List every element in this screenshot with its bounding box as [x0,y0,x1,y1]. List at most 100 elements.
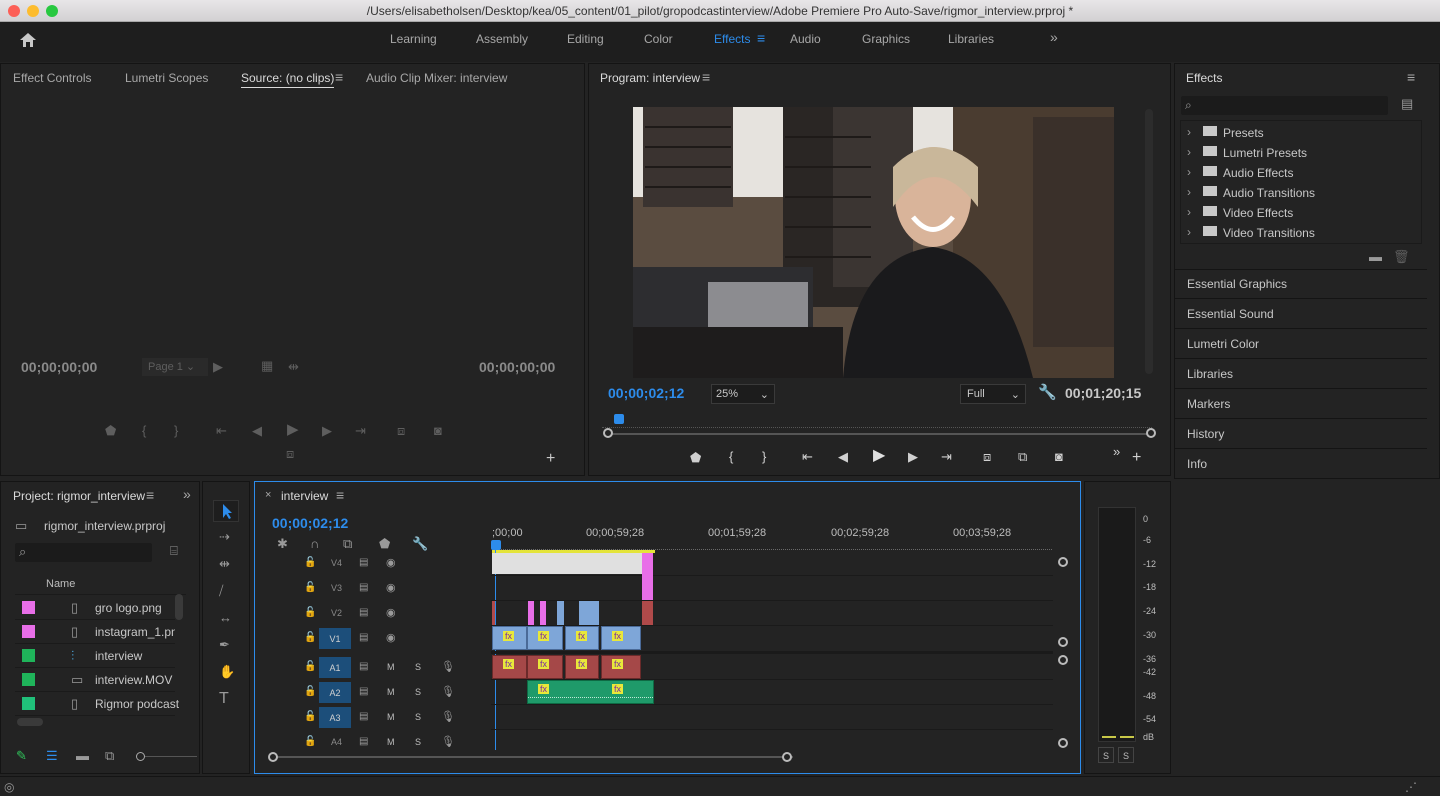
source-add-button[interactable]: + [546,451,555,467]
sync-lock-icon[interactable]: ▤ [359,710,368,724]
fit-icon[interactable]: ⇹ [288,360,299,374]
clip-v1[interactable]: fx [565,626,599,650]
chevron-right-icon[interactable]: › [1187,125,1191,139]
overwrite-icon[interactable]: ⧈ [286,447,294,461]
program-add-button[interactable]: + [1132,450,1141,466]
icon-view-icon[interactable]: ▬ [76,749,89,763]
effects-search-input[interactable]: ⌕ [1181,96,1388,115]
microphone-icon[interactable]: 🎙 [441,685,455,699]
add-marker-icon[interactable]: ⬟ [379,537,390,551]
effects-menu-icon[interactable]: ≡ [1407,69,1415,85]
label-color-swatch[interactable] [22,649,35,662]
tab-project[interactable]: Project: rigmor_interview [13,489,145,503]
program-playhead[interactable] [614,414,624,424]
microphone-icon[interactable]: 🎙 [441,735,455,749]
clip-v2-blue[interactable] [557,601,564,625]
list-item[interactable]: ▯ gro logo.png [15,596,175,620]
workspace-effects[interactable]: Effects [714,32,750,46]
timeline-menu-icon[interactable]: ≡ [336,487,344,503]
timeline-timecode[interactable]: 00;00;02;12 [272,515,348,531]
step-forward-icon[interactable]: ▶ [908,450,918,464]
track-select-tool-icon[interactable]: ⇢ [219,530,230,544]
export-frame-icon[interactable]: ◙ [1055,450,1063,464]
timeline-settings-icon[interactable]: 🔧 [412,537,428,551]
lock-icon[interactable]: 🔓 [304,606,316,620]
find-icon[interactable]: ⌸ [170,544,178,558]
wrench-icon[interactable]: 🔧 [1038,385,1057,400]
panel-markers[interactable]: Markers [1187,397,1230,411]
label-color-swatch[interactable] [22,697,35,710]
list-item[interactable]: ▭ interview.MOV [15,668,175,692]
project-menu-icon[interactable]: ≡ [146,487,154,503]
solo-right-button[interactable]: S [1118,747,1134,763]
clip-v2-pink[interactable] [540,601,546,625]
workspace-audio[interactable]: Audio [790,32,821,46]
video-scroll-handle-top[interactable] [1058,557,1068,567]
source-settings-icon[interactable]: ▦ [261,359,273,373]
lock-icon[interactable]: 🔓 [304,556,316,570]
sync-lock-icon[interactable]: ▤ [359,660,368,674]
more-controls-icon[interactable]: » [1113,445,1120,459]
panel-libraries[interactable]: Libraries [1187,367,1233,381]
clip-v2-blue[interactable] [579,601,599,625]
nest-icon[interactable]: ✱ [277,537,288,551]
microphone-icon[interactable]: 🎙 [441,660,455,674]
tab-effect-controls[interactable]: Effect Controls [13,71,91,85]
go-to-out-icon[interactable]: ⇥ [941,450,952,464]
program-menu-icon[interactable]: ≡ [702,69,710,85]
chevron-right-icon[interactable]: › [1187,225,1191,239]
tab-program[interactable]: Program: interview [600,71,700,85]
clip-a1[interactable]: fx [492,655,527,679]
selection-tool[interactable] [213,500,239,522]
timeline-ruler[interactable] [492,542,1052,550]
list-item[interactable]: ▯ instagram_1.png [15,620,175,644]
effects-item-presets[interactable]: › Presets [1185,123,1423,143]
eye-icon[interactable]: ◉ [386,631,396,645]
workspace-color[interactable]: Color [644,32,673,46]
workspace-editing[interactable]: Editing [567,32,604,46]
track-target-a3[interactable]: A3 [319,707,351,728]
tab-audio-clip-mixer[interactable]: Audio Clip Mixer: interview [366,71,507,85]
timeline-zoom-bar[interactable] [273,756,793,758]
microphone-icon[interactable]: 🎙 [441,710,455,724]
lock-icon[interactable]: 🔓 [304,660,316,674]
project-column-header[interactable]: Name [15,575,186,595]
project-search-input[interactable]: ⌕ [15,543,152,562]
tab-sequence[interactable]: interview [281,489,328,503]
program-time-ruler[interactable] [602,418,1152,428]
audio-scroll-handle-bottom[interactable] [1058,738,1068,748]
home-icon[interactable] [19,31,37,49]
track-target-v1[interactable]: V1 [319,628,351,649]
clip-v1[interactable]: fx [527,626,563,650]
clip-a1[interactable]: fx [565,655,599,679]
tab-source[interactable]: Source: (no clips) [241,71,335,88]
sync-lock-icon[interactable]: ▤ [359,735,368,749]
step-back-icon[interactable]: ◀ [252,424,262,438]
clip-v2[interactable] [492,601,495,625]
status-icon[interactable]: ◎ [4,780,14,794]
track-target-a1[interactable]: A1 [319,657,351,678]
mark-in-icon[interactable]: { [142,424,146,438]
program-scrollbar[interactable] [1145,109,1153,374]
sync-lock-icon[interactable]: ▤ [359,556,368,570]
chevron-right-icon[interactable]: › [1187,185,1191,199]
workspace-menu-icon[interactable]: ≡ [757,30,765,46]
insert-icon[interactable]: ⧈ [397,424,405,438]
razor-tool-icon[interactable]: ⧸ [219,584,223,598]
page-dropdown[interactable]: Page 1 ⌄ [142,358,208,376]
zoom-handle-right[interactable] [1146,428,1156,438]
new-bin-icon[interactable]: ▬ [1369,250,1382,264]
lock-icon[interactable]: 🔓 [304,735,316,749]
panel-essential-graphics[interactable]: Essential Graphics [1187,277,1287,291]
mute-button[interactable]: M [387,712,395,722]
mute-button[interactable]: M [387,662,395,672]
slip-tool-icon[interactable]: ↔ [219,611,232,625]
list-item[interactable]: ⫶ interview [15,644,175,668]
pen-tool-icon[interactable]: ✒ [219,638,230,652]
sync-lock-icon[interactable]: ▤ [359,685,368,699]
effects-item-audio-effects[interactable]: › Audio Effects [1185,163,1423,183]
source-menu-icon[interactable]: ≡ [335,69,343,85]
program-zoom-bar[interactable] [608,433,1152,435]
workspace-graphics[interactable]: Graphics [862,32,910,46]
clip-a2-music[interactable]: fx fx [527,680,654,704]
